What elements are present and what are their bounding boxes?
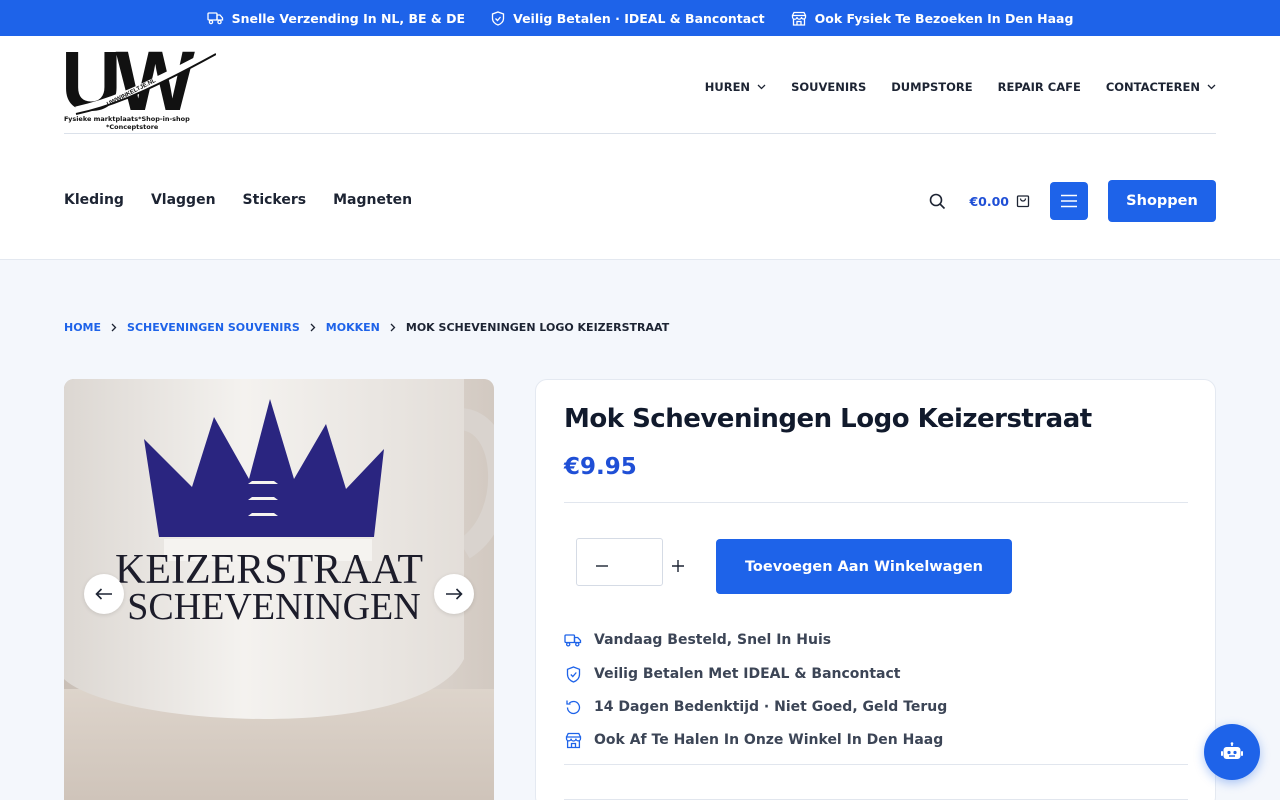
category-navigation: Kleding Vlaggen Stickers Magneten — [64, 192, 412, 208]
product-summary: Mok Scheveningen Logo Keizerstraat €9.95… — [535, 379, 1216, 800]
chevron-down-icon — [1207, 84, 1216, 90]
breadcrumb-home[interactable]: HOME — [64, 321, 101, 334]
category-stickers[interactable]: Stickers — [243, 192, 307, 208]
product-price: €9.95 — [564, 454, 637, 480]
divider — [564, 764, 1188, 765]
quantity-decrease-button[interactable] — [596, 560, 608, 572]
product-title: Mok Scheveningen Logo Keizerstraat — [564, 404, 1092, 434]
gallery-prev-button[interactable] — [84, 574, 124, 614]
product-photo: KEIZERSTRAAT SCHEVENINGEN — [64, 379, 494, 800]
feature-payment: Veilig Betalen Met IDEAL & Bancontact — [564, 665, 901, 683]
nav-item-contacteren[interactable]: CONTACTEREN — [1106, 80, 1216, 94]
header-divider — [64, 133, 1216, 134]
arrow-right-icon — [445, 588, 463, 600]
truck-icon — [564, 631, 582, 649]
feature-return-label: 14 Dagen Bedenktijd · Niet Goed, Geld Te… — [594, 699, 948, 715]
cart-button[interactable]: €0.00 — [969, 194, 1030, 209]
menu-button[interactable] — [1050, 182, 1088, 220]
category-kleding[interactable]: Kleding — [64, 192, 124, 208]
truck-icon — [206, 11, 224, 25]
chevron-right-icon — [310, 323, 316, 332]
feature-delivery: Vandaag Besteld, Snel In Huis — [564, 631, 831, 649]
nav-item-huren-label: HUREN — [704, 80, 751, 94]
quantity-increase-button[interactable] — [672, 560, 684, 572]
add-to-cart-button[interactable]: Toevoegen Aan Winkelwagen — [716, 539, 1012, 594]
mug-print-line-2: SCHEVENINGEN — [127, 586, 420, 628]
feature-payment-label: Veilig Betalen Met IDEAL & Bancontact — [594, 666, 901, 682]
cart-total: €0.00 — [969, 193, 1009, 209]
nav-item-repair-cafe-label: REPAIR CAFE — [997, 80, 1081, 94]
chatbot-icon — [1221, 742, 1243, 762]
feature-pickup-label: Ook Af Te Halen In Onze Winkel In Den Ha… — [594, 732, 944, 748]
breadcrumb: HOME SCHEVENINGEN SOUVENIRS MOKKEN MOK S… — [64, 321, 669, 334]
feature-pickup: Ook Af Te Halen In Onze Winkel In Den Ha… — [564, 731, 943, 749]
quantity-input[interactable] — [576, 538, 663, 586]
main-navigation: HUREN SOUVENIRS DUMPSTORE REPAIR CAFE CO… — [705, 80, 1216, 94]
plus-icon — [672, 560, 684, 572]
header-actions: €0.00 Shoppen — [926, 180, 1216, 222]
hamburger-menu-icon — [1060, 194, 1078, 208]
breadcrumb-category[interactable]: SCHEVENINGEN SOUVENIRS — [127, 321, 300, 334]
feature-return: 14 Dagen Bedenktijd · Niet Goed, Geld Te… — [564, 698, 947, 716]
chevron-right-icon — [111, 323, 117, 332]
shop-button[interactable]: Shoppen — [1108, 180, 1216, 222]
search-icon — [929, 193, 946, 210]
nav-item-souvenirs[interactable]: SOUVENIRS — [791, 80, 866, 94]
chat-widget-button[interactable] — [1204, 724, 1260, 780]
refresh-icon — [564, 698, 582, 716]
chevron-down-icon — [757, 84, 766, 90]
site-header: UW UWWINKELTJE.NL Fysieke marktplaats*Sh… — [0, 36, 1280, 260]
logo-tagline-line-1: Fysieke marktplaats*Shop-in-shop — [64, 115, 190, 123]
minus-icon — [596, 565, 608, 567]
breadcrumb-subcategory[interactable]: MOKKEN — [326, 321, 380, 334]
feature-delivery-label: Vandaag Besteld, Snel In Huis — [594, 632, 832, 648]
product-gallery: KEIZERSTRAAT SCHEVENINGEN — [64, 379, 494, 800]
nav-item-repair-cafe[interactable]: REPAIR CAFE — [998, 80, 1081, 94]
announcement-store: Ook Fysiek Te Bezoeken In Den Haag — [791, 10, 1074, 26]
announcement-shipping-label: Snelle Verzending In NL, BE & DE — [231, 10, 466, 26]
gallery-next-button[interactable] — [434, 574, 474, 614]
shopping-bag-icon — [1016, 194, 1030, 208]
nav-item-contacteren-label: CONTACTEREN — [1105, 80, 1200, 94]
category-magneten[interactable]: Magneten — [333, 192, 412, 208]
shield-check-icon — [491, 10, 505, 26]
announcement-payment-label: Veilig Betalen · IDEAL & Bancontact — [513, 10, 765, 26]
nav-item-dumpstore[interactable]: DUMPSTORE — [891, 80, 972, 94]
announcement-store-label: Ook Fysiek Te Bezoeken In Den Haag — [814, 10, 1074, 26]
category-vlaggen[interactable]: Vlaggen — [151, 192, 216, 208]
store-icon — [791, 11, 807, 26]
announcement-shipping: Snelle Verzending In NL, BE & DE — [206, 10, 466, 26]
arrow-left-icon — [95, 588, 113, 600]
shield-check-icon — [564, 665, 582, 683]
search-button[interactable] — [926, 190, 948, 212]
announcement-bar: Snelle Verzending In NL, BE & DE Veilig … — [0, 0, 1280, 36]
store-icon — [564, 731, 582, 749]
site-logo[interactable]: UW UWWINKELTJE.NL Fysieke marktplaats*Sh… — [64, 44, 216, 134]
divider — [564, 502, 1188, 503]
nav-item-souvenirs-label: SOUVENIRS — [791, 80, 867, 94]
nav-item-dumpstore-label: DUMPSTORE — [891, 80, 973, 94]
breadcrumb-current: MOK SCHEVENINGEN LOGO KEIZERSTRAAT — [405, 321, 670, 334]
chevron-right-icon — [390, 323, 396, 332]
logo-tagline-line-2: *Conceptstore — [106, 123, 159, 131]
announcement-payment: Veilig Betalen · IDEAL & Bancontact — [491, 11, 765, 26]
logo-tagline: Fysieke marktplaats*Shop-in-shop *Concep… — [64, 115, 214, 131]
nav-item-huren[interactable]: HUREN — [705, 80, 766, 94]
